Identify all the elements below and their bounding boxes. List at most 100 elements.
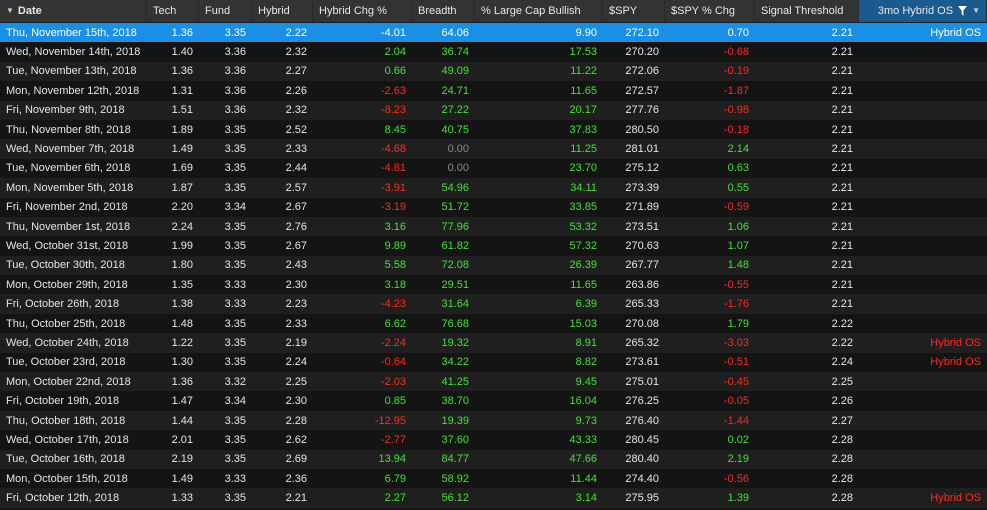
column-header-fund[interactable]: Fund bbox=[199, 0, 252, 22]
cell-date: Fri, October 26th, 2018 bbox=[6, 298, 120, 311]
cell-spy: 280.45 bbox=[625, 433, 659, 446]
cell-hybrid: 2.36 bbox=[285, 472, 307, 485]
cell-large-cap: 8.82 bbox=[575, 356, 597, 369]
cell-hybrid-chg: -4.68 bbox=[380, 143, 406, 156]
cell-spy-chg: -1.76 bbox=[723, 298, 749, 311]
cell-spy: 263.86 bbox=[625, 278, 659, 291]
cell-fund: 3.35 bbox=[224, 453, 246, 466]
cell-fund: 3.35 bbox=[224, 220, 246, 233]
cell-hybrid-chg: 5.58 bbox=[384, 259, 406, 272]
cell-hybrid-chg: -4.23 bbox=[380, 298, 406, 311]
cell-spy-chg: 0.63 bbox=[727, 162, 749, 175]
cell-spy: 275.95 bbox=[625, 492, 659, 505]
table-row[interactable]: Thu, October 25th, 2018 1.48 3.35 2.33 6.62 7… bbox=[0, 313, 987, 334]
cell-hybrid-chg: 0.66 bbox=[384, 65, 406, 78]
column-header-hybrid-chg[interactable]: Hybrid Chg % bbox=[313, 0, 412, 22]
column-header-breadth[interactable]: Breadth bbox=[412, 0, 475, 22]
cell-signal-threshold: 2.21 bbox=[831, 278, 853, 291]
table-row[interactable]: Wed, November 14th, 2018 1.40 3.36 2.32 2.04… bbox=[0, 42, 987, 62]
cell-fund: 3.36 bbox=[224, 84, 246, 97]
cell-spy: 280.40 bbox=[625, 453, 659, 466]
cell-signal-threshold: 2.27 bbox=[831, 414, 853, 427]
table-row[interactable]: Mon, October 29th, 2018 1.35 3.33 2.30 3.18 2… bbox=[0, 275, 987, 295]
cell-signal-threshold: 2.21 bbox=[831, 104, 853, 117]
column-header-date[interactable]: ▼ Date bbox=[0, 0, 147, 22]
cell-tech: 1.36 bbox=[171, 375, 193, 388]
table-row[interactable]: Wed, October 31st, 2018 1.99 3.35 2.67 9.89 6… bbox=[0, 236, 987, 256]
cell-large-cap: 34.11 bbox=[570, 181, 597, 194]
table-row[interactable]: Tue, November 13th, 2018 1.36 3.36 2.27 0.66… bbox=[0, 61, 987, 82]
table-row[interactable]: Tue, October 30th, 2018 1.80 3.35 2.43 5.58 7… bbox=[0, 255, 987, 276]
cell-breadth: 84.77 bbox=[441, 453, 469, 466]
cell-fund: 3.35 bbox=[224, 239, 246, 252]
column-header-large-cap[interactable]: % Large Cap Bullish bbox=[475, 0, 603, 22]
cell-large-cap: 37.83 bbox=[569, 123, 597, 136]
column-header-signal-threshold[interactable]: Signal Threshold bbox=[755, 0, 859, 22]
cell-spy: 273.51 bbox=[625, 220, 659, 233]
cell-breadth: 61.82 bbox=[441, 239, 469, 252]
table-row[interactable]: Thu, November 8th, 2018 1.89 3.35 2.52 8.45 4… bbox=[0, 119, 987, 140]
table-row[interactable]: Wed, October 24th, 2018 1.22 3.35 2.19 -2.24… bbox=[0, 333, 987, 353]
cell-date: Thu, November 15th, 2018 bbox=[6, 26, 137, 39]
table-row[interactable]: Mon, October 15th, 2018 1.49 3.33 2.36 6.79 5… bbox=[0, 468, 987, 489]
cell-hybrid: 2.33 bbox=[285, 143, 307, 156]
chevron-down-icon[interactable]: ▼ bbox=[972, 0, 980, 22]
cell-large-cap: 6.39 bbox=[575, 298, 597, 311]
cell-hybrid: 2.44 bbox=[285, 162, 307, 175]
cell-hybrid: 2.21 bbox=[285, 492, 307, 505]
cell-hybrid: 2.28 bbox=[285, 414, 307, 427]
table-row[interactable]: Fri, October 19th, 2018 1.47 3.34 2.30 0.85 3… bbox=[0, 391, 987, 411]
cell-hybrid-chg: 2.27 bbox=[384, 492, 406, 505]
cell-hybrid-chg: -3.91 bbox=[380, 181, 406, 194]
cell-breadth: 72.08 bbox=[441, 259, 469, 272]
cell-hybrid-chg: -2.63 bbox=[380, 84, 406, 97]
cell-fund: 3.35 bbox=[224, 259, 246, 272]
table-row[interactable]: Mon, November 5th, 2018 1.87 3.35 2.57 -3.91… bbox=[0, 178, 987, 198]
cell-signal-threshold: 2.21 bbox=[831, 46, 853, 59]
cell-signal-threshold: 2.21 bbox=[831, 239, 853, 252]
table-row[interactable]: Tue, October 16th, 2018 2.19 3.35 2.69 13.94… bbox=[0, 449, 987, 469]
cell-tech: 1.47 bbox=[171, 395, 193, 408]
cell-large-cap: 3.14 bbox=[575, 492, 597, 505]
column-header-hybrid-os[interactable]: 3mo Hybrid OS ▼ bbox=[859, 0, 987, 22]
cell-breadth: 0.00 bbox=[447, 162, 469, 175]
table-row[interactable]: Thu, October 18th, 2018 1.44 3.35 2.28 -12.9… bbox=[0, 410, 987, 431]
cell-date: Mon, November 12th, 2018 bbox=[6, 84, 140, 97]
table-row[interactable]: Fri, October 26th, 2018 1.38 3.33 2.23 -4.23… bbox=[0, 294, 987, 314]
cell-hybrid-os: Hybrid OS bbox=[930, 356, 981, 369]
cell-breadth: 0.00 bbox=[447, 143, 469, 156]
table-row[interactable]: Mon, October 22nd, 2018 1.36 3.32 2.25 -2.03… bbox=[0, 372, 987, 392]
cell-hybrid-chg: -4.01 bbox=[380, 26, 406, 39]
table-row[interactable]: Thu, November 15th, 2018 1.36 3.35 2.22 -4.0… bbox=[0, 23, 987, 43]
filter-icon[interactable] bbox=[958, 6, 968, 16]
cell-spy: 274.40 bbox=[625, 472, 659, 485]
cell-hybrid-chg: -3.19 bbox=[380, 201, 406, 214]
column-header-spy[interactable]: $SPY bbox=[603, 0, 665, 22]
cell-hybrid: 2.19 bbox=[285, 336, 307, 349]
column-header-hybrid[interactable]: Hybrid bbox=[252, 0, 313, 22]
cell-spy-chg: -0.18 bbox=[723, 123, 749, 136]
cell-tech: 1.33 bbox=[171, 492, 193, 505]
cell-hybrid: 2.24 bbox=[285, 356, 307, 369]
cell-signal-threshold: 2.21 bbox=[831, 220, 853, 233]
table-row[interactable]: Thu, November 1st, 2018 2.24 3.35 2.76 3.16 7… bbox=[0, 216, 987, 237]
column-header-tech[interactable]: Tech bbox=[147, 0, 199, 22]
table-row[interactable]: Wed, October 17th, 2018 2.01 3.35 2.62 -2.77… bbox=[0, 430, 987, 450]
cell-hybrid: 2.26 bbox=[285, 84, 307, 97]
column-header-spy-chg[interactable]: $SPY % Chg bbox=[665, 0, 755, 22]
table-row[interactable]: Fri, November 2nd, 2018 2.20 3.34 2.67 -3.19… bbox=[0, 197, 987, 217]
cell-spy: 267.77 bbox=[625, 259, 659, 272]
cell-date: Thu, November 1st, 2018 bbox=[6, 220, 131, 233]
table-row[interactable]: Wed, November 7th, 2018 1.49 3.35 2.33 -4.68… bbox=[0, 139, 987, 159]
cell-breadth: 29.51 bbox=[441, 278, 469, 291]
table-row[interactable]: Mon, November 12th, 2018 1.31 3.36 2.26 -2.6… bbox=[0, 81, 987, 101]
table-row[interactable]: Tue, October 23rd, 2018 1.30 3.35 2.24 -0.64… bbox=[0, 352, 987, 373]
cell-signal-threshold: 2.21 bbox=[831, 26, 853, 39]
cell-hybrid: 2.30 bbox=[285, 395, 307, 408]
table-row[interactable]: Tue, November 6th, 2018 1.69 3.35 2.44 -4.81… bbox=[0, 158, 987, 179]
table-row[interactable]: Fri, November 9th, 2018 1.51 3.36 2.32 -8.23… bbox=[0, 100, 987, 120]
cell-spy: 272.10 bbox=[625, 26, 659, 39]
cell-fund: 3.34 bbox=[224, 395, 246, 408]
table-row[interactable]: Fri, October 12th, 2018 1.33 3.35 2.21 2.27 5… bbox=[0, 488, 987, 508]
cell-tech: 1.48 bbox=[171, 317, 193, 330]
